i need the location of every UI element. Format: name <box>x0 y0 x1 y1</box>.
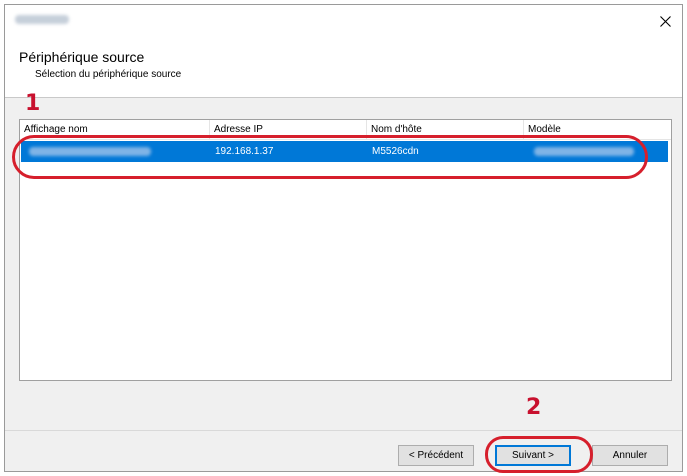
back-button[interactable]: < Précédent <box>398 445 474 466</box>
close-icon <box>659 15 671 27</box>
close-button[interactable] <box>654 10 676 32</box>
redacted-display-name <box>29 147 151 156</box>
cell-ip-address: 192.168.1.37 <box>215 146 274 157</box>
redacted-model <box>534 147 634 156</box>
dialog-window: Périphérique source Sélection du périphé… <box>4 4 683 473</box>
wizard-header: Périphérique source Sélection du périphé… <box>5 37 682 98</box>
title-bar <box>5 5 682 37</box>
device-list[interactable]: Affichage nom Adresse IP Nom d'hôte Modè… <box>19 119 672 381</box>
page-title: Périphérique source <box>19 49 145 65</box>
next-button[interactable]: Suivant > <box>495 445 571 466</box>
cell-model <box>524 141 668 162</box>
table-row[interactable]: 192.168.1.37 M5526cdn <box>21 141 668 162</box>
cell-host-name: M5526cdn <box>372 146 419 157</box>
step-marker-1: 1 <box>25 91 41 116</box>
page-subtitle: Sélection du périphérique source <box>35 69 182 80</box>
column-header-model[interactable]: Modèle <box>524 120 671 139</box>
column-header-ip-address[interactable]: Adresse IP <box>210 120 367 139</box>
step-marker-2: 2 <box>526 395 542 420</box>
list-header: Affichage nom Adresse IP Nom d'hôte Modè… <box>20 120 671 140</box>
column-header-host-name[interactable]: Nom d'hôte <box>367 120 524 139</box>
column-header-display-name[interactable]: Affichage nom <box>20 120 210 139</box>
window-title-redacted <box>15 15 69 24</box>
cell-display-name <box>21 141 210 162</box>
footer-separator <box>5 430 682 431</box>
cancel-button[interactable]: Annuler <box>592 445 668 466</box>
